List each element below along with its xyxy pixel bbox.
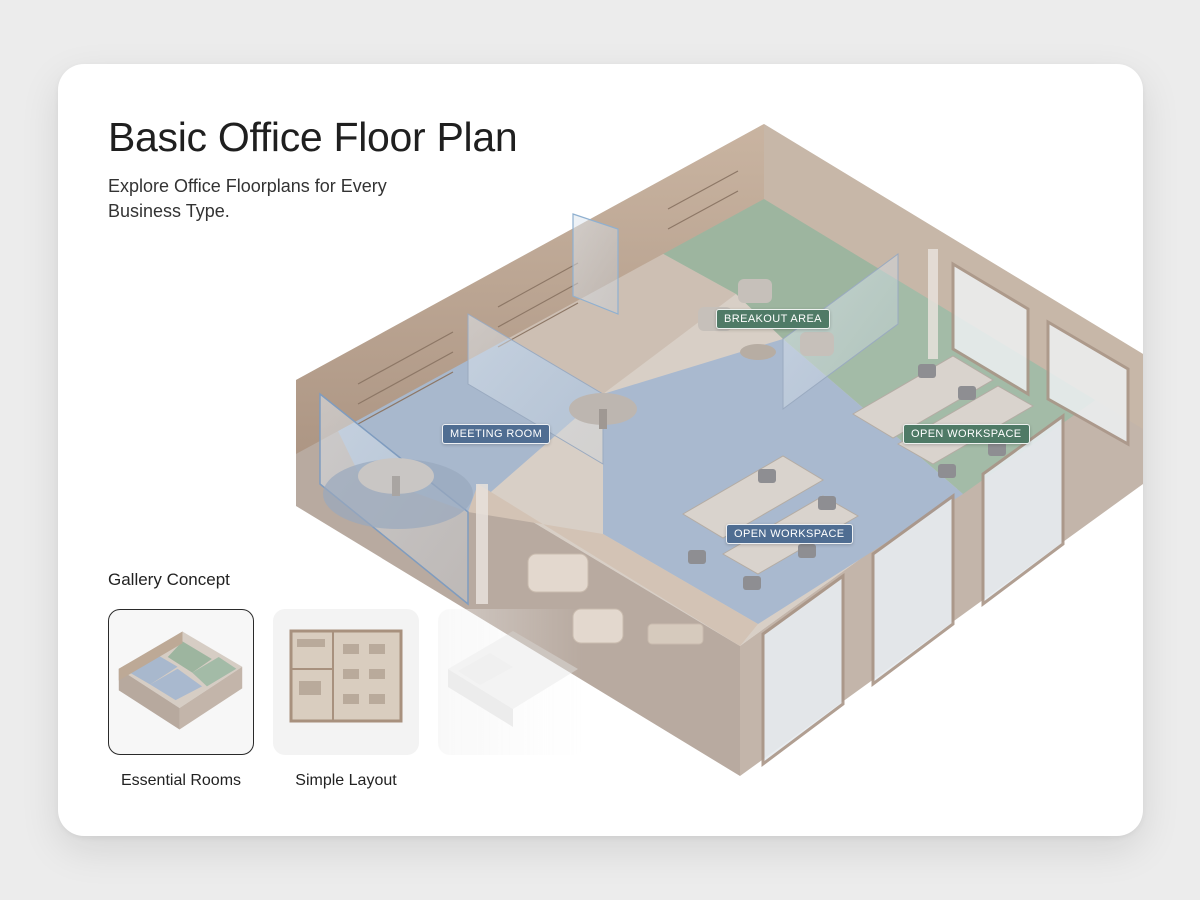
entry-glass [572, 213, 619, 315]
gallery-caption-essential-rooms: Essential Rooms [120, 772, 242, 789]
gallery-thumb-simple-layout[interactable] [273, 609, 419, 755]
thumb-topdown-plan [289, 629, 403, 723]
thumb-isometric-plan [118, 631, 243, 730]
thumb-faded-plan [448, 631, 578, 727]
gallery-heading: Gallery Concept [108, 570, 230, 589]
room-label-open-workspace-south[interactable]: OPEN WORKSPACE [726, 524, 853, 544]
room-label-meeting-room[interactable]: MEETING ROOM [442, 424, 551, 444]
gallery-caption-simple-layout: Simple Layout [295, 772, 397, 789]
floor-plan-card: Basic Office Floor Plan Explore Office F… [58, 64, 1143, 836]
room-label-open-workspace-east[interactable]: OPEN WORKSPACE [903, 424, 1030, 444]
page-subtitle: Explore Office Floorplans for Every Busi… [108, 176, 387, 221]
gallery-thumb-third[interactable] [438, 609, 584, 755]
room-label-breakout-area[interactable]: BREAKOUT AREA [716, 309, 830, 329]
gallery-thumb-essential-rooms[interactable] [108, 609, 254, 755]
page-title: Basic Office Floor Plan [108, 114, 518, 160]
